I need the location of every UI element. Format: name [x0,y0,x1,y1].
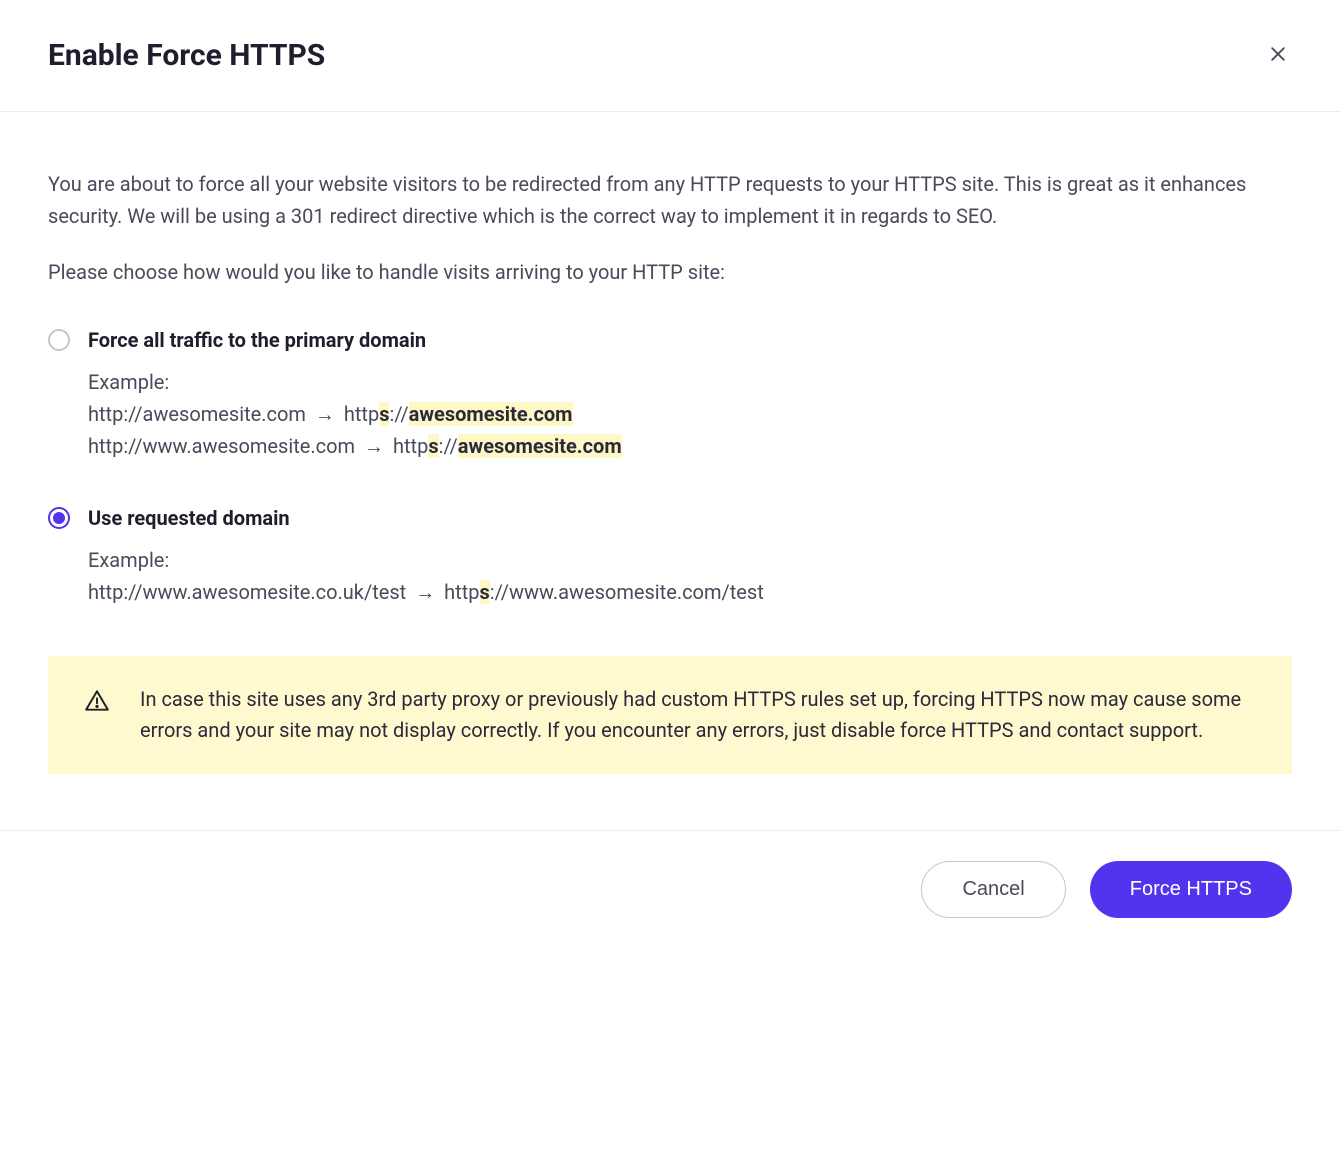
option-label: Force all traffic to the primary domain [88,328,426,352]
modal-body: You are about to force all your website … [0,112,1340,830]
option-requested-domain: Use requested domain Example: http://www… [48,506,1292,608]
modal-footer: Cancel Force HTTPS [0,830,1340,958]
warning-text: In case this site uses any 3rd party pro… [140,684,1256,746]
radio-requested-domain[interactable] [48,507,70,529]
close-button[interactable] [1264,40,1292,71]
option-label: Use requested domain [88,506,290,530]
modal-title: Enable Force HTTPS [48,38,325,73]
cancel-button[interactable]: Cancel [921,861,1065,918]
example-line-2: http://www.awesomesite.com → https://awe… [88,430,1292,462]
arrow-right-icon: → [364,430,384,462]
force-https-button[interactable]: Force HTTPS [1090,861,1292,918]
intro-text: You are about to force all your website … [48,168,1292,232]
option-example: Example: http://www.awesomesite.co.uk/te… [88,544,1292,608]
option-primary-domain: Force all traffic to the primary domain … [48,328,1292,462]
option-header: Force all traffic to the primary domain [48,328,1292,352]
example-line-1: http://awesomesite.com → https://awesome… [88,398,1292,430]
arrow-right-icon: → [315,398,335,430]
warning-box: In case this site uses any 3rd party pro… [48,656,1292,774]
radio-primary-domain[interactable] [48,329,70,351]
arrow-right-icon: → [415,576,435,608]
option-header: Use requested domain [48,506,1292,530]
example-line-1: http://www.awesomesite.co.uk/test → http… [88,576,1292,608]
close-icon [1268,44,1288,67]
example-label: Example: [88,366,1292,398]
option-example: Example: http://awesomesite.com → https:… [88,366,1292,462]
warning-icon [84,688,110,718]
modal-header: Enable Force HTTPS [0,0,1340,112]
prompt-text: Please choose how would you like to hand… [48,256,1292,288]
example-label: Example: [88,544,1292,576]
